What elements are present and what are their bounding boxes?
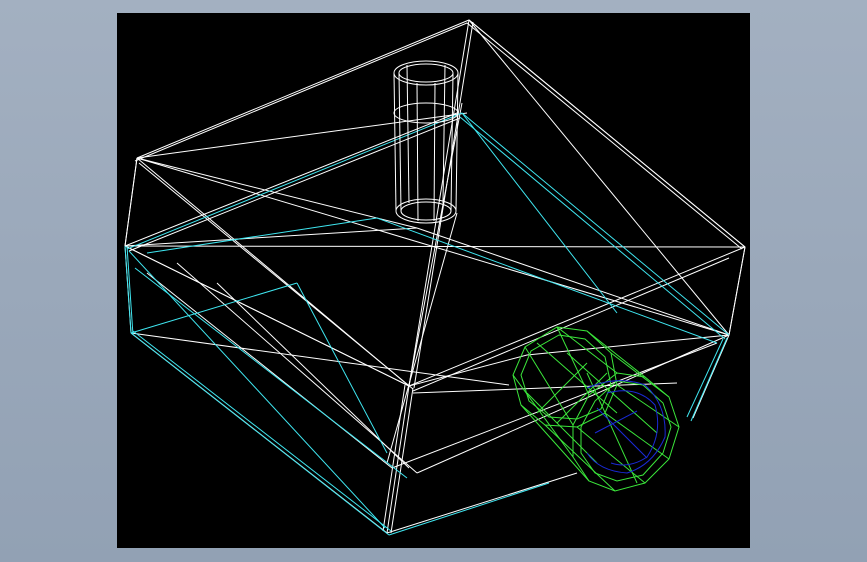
side-cylinder-wireframe bbox=[512, 326, 680, 492]
cad-viewport[interactable] bbox=[117, 13, 750, 548]
top-pipe-wireframe bbox=[393, 60, 459, 224]
box-lower-edges-wireframe bbox=[124, 112, 730, 536]
wireframe-drawing bbox=[124, 19, 746, 536]
